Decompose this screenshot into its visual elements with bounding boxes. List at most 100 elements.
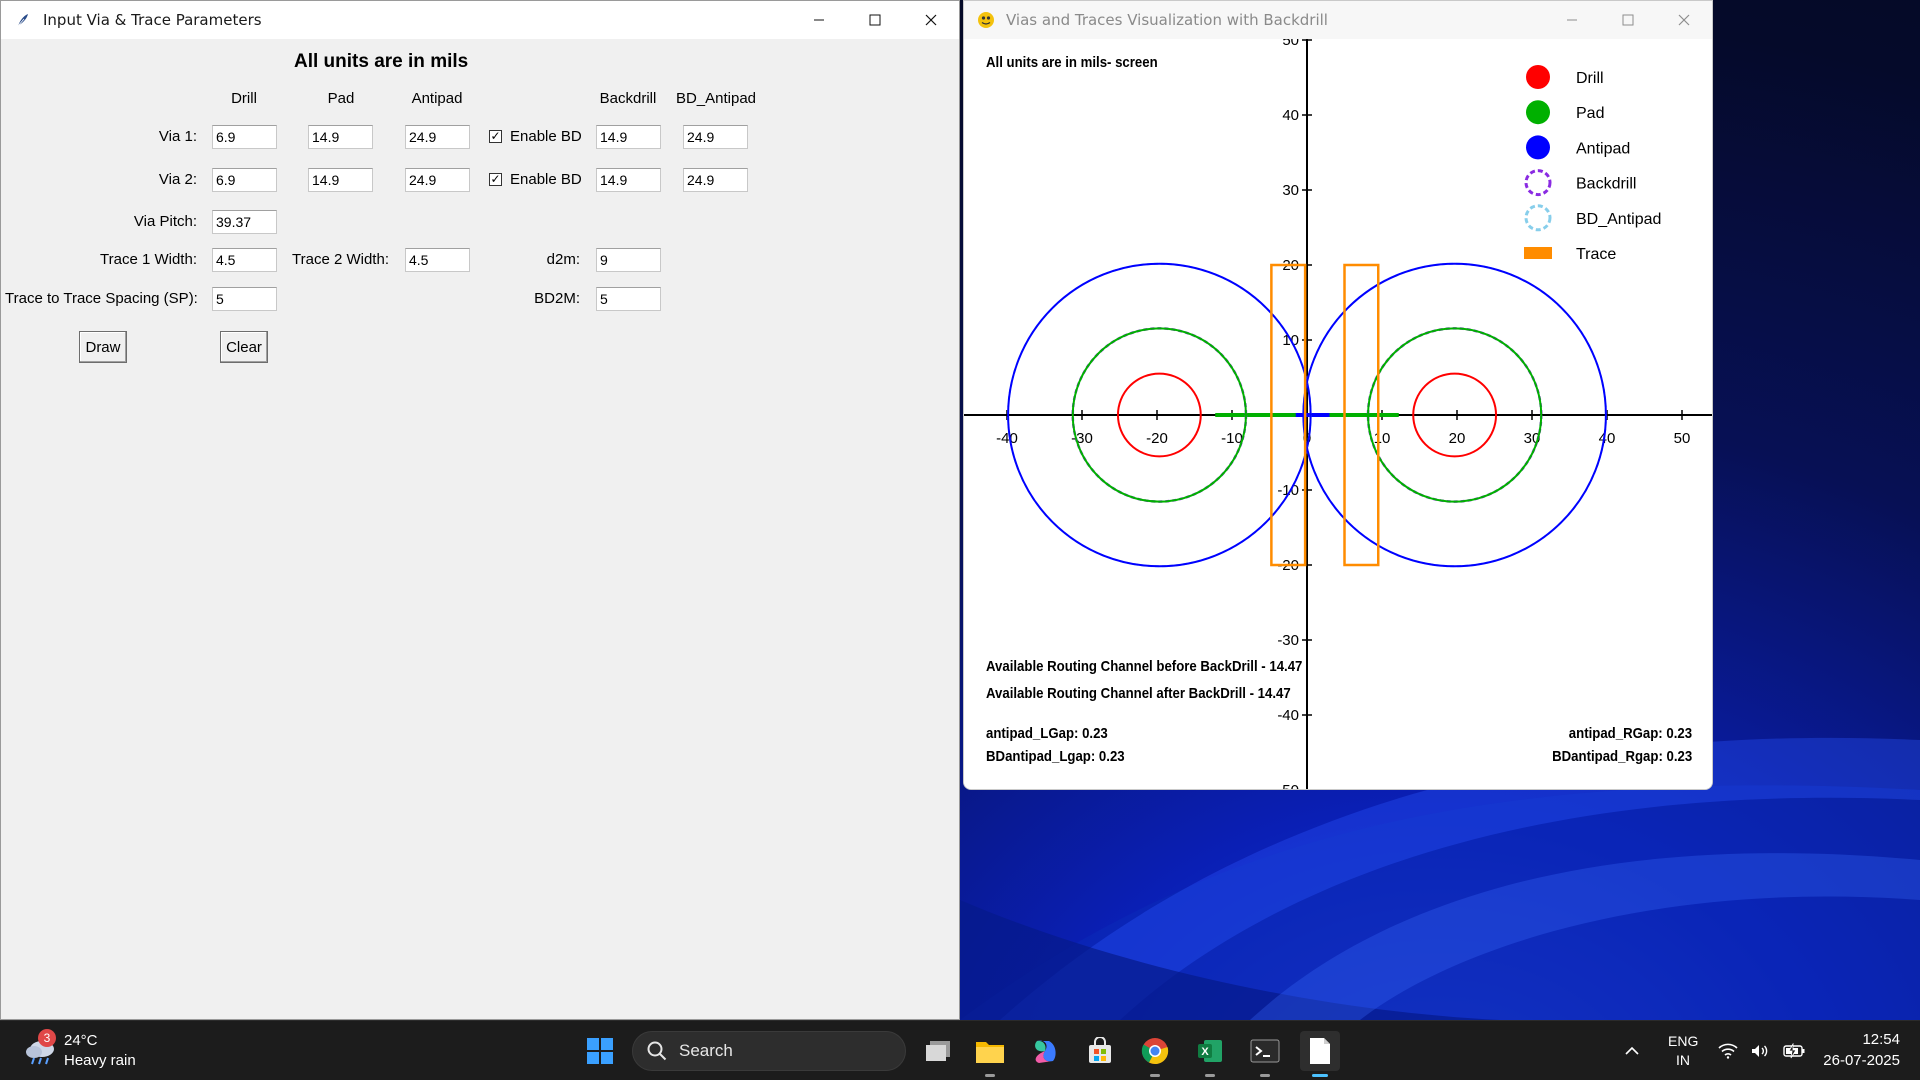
x-tick-label: 40 <box>1599 430 1616 447</box>
header-bd-antipad: BD_Antipad <box>675 90 757 107</box>
channel-after-text: Available Routing Channel after BackDril… <box>986 685 1291 702</box>
weather-widget[interactable]: 3 24°C Heavy rain <box>20 1029 160 1073</box>
input-parameters-window: Input Via & Trace Parameters All units a… <box>0 0 960 1020</box>
via2-label: Via 2: <box>158 171 197 188</box>
running-indicator <box>1150 1074 1160 1077</box>
weather-alert-badge: 3 <box>38 1029 56 1047</box>
maximize-button[interactable] <box>1600 1 1656 39</box>
param-window-titlebar[interactable]: Input Via & Trace Parameters <box>1 1 959 39</box>
clock[interactable]: 12:54 26-07-2025 <box>1812 1031 1906 1073</box>
running-indicator <box>1260 1074 1270 1077</box>
legend-trace-swatch <box>1524 247 1552 259</box>
chevron-up-icon <box>1625 1046 1639 1055</box>
via2-drill-input[interactable]: 6.9 <box>212 168 277 192</box>
minimize-button[interactable] <box>1544 1 1600 39</box>
trace1-width-label: Trace 1 Width: <box>100 251 197 268</box>
legend-pad-swatch <box>1526 100 1550 125</box>
language-indicator[interactable]: ENG IN <box>1666 1033 1712 1071</box>
chrome-icon <box>1141 1038 1169 1065</box>
maximize-button[interactable] <box>847 1 903 39</box>
legend-label: Pad <box>1576 105 1604 122</box>
excel-icon: X <box>1198 1040 1222 1062</box>
viz-window-titlebar[interactable]: Vias and Traces Visualization with Backd… <box>964 1 1712 39</box>
windows-logo-icon <box>587 1038 613 1064</box>
y-tick-label: -10 <box>1277 482 1299 499</box>
task-view-button[interactable] <box>918 1031 958 1071</box>
terminal-button[interactable] <box>1245 1031 1285 1077</box>
legend-label: BD_Antipad <box>1576 211 1661 228</box>
via1-bd-antipad-input[interactable]: 24.9 <box>683 125 748 149</box>
y-tick-label: -40 <box>1277 707 1299 724</box>
folder-icon <box>976 1042 1004 1063</box>
y-tick-label: -50 <box>1277 782 1299 790</box>
via1-label: Via 1: <box>158 128 197 145</box>
via1-enable-bd-label: Enable BD <box>510 128 582 145</box>
via2-bd-antipad-input[interactable]: 24.9 <box>683 168 748 192</box>
d2m-label: d2m: <box>546 251 580 268</box>
start-button[interactable] <box>580 1031 620 1071</box>
via2-enable-bd-label: Enable BD <box>510 171 582 188</box>
x-tick-label: 10 <box>1374 430 1391 447</box>
y-tick-label: -30 <box>1277 632 1299 649</box>
via1-pad-input[interactable]: 14.9 <box>308 125 373 149</box>
running-indicator <box>1205 1074 1215 1077</box>
microsoft-store-button[interactable] <box>1080 1031 1120 1071</box>
minimize-button[interactable] <box>791 1 847 39</box>
notepad-button[interactable] <box>1300 1031 1340 1077</box>
bd2m-input[interactable]: 5 <box>596 287 661 311</box>
taskbar-search-box[interactable]: Search <box>632 1031 906 1071</box>
taskbar: 3 24°C Heavy rain Search X ENG IN 12:54 … <box>0 1020 1920 1080</box>
running-indicator <box>985 1074 995 1077</box>
via-trace-plot: -50-40-30-20-10010203040505040302010-10-… <box>964 39 1712 790</box>
language-line1: ENG <box>1668 1033 1699 1049</box>
header-drill: Drill <box>231 90 257 107</box>
checkmark-icon: ✓ <box>489 129 502 143</box>
copilot-button[interactable] <box>1025 1031 1065 1071</box>
clock-date: 26-07-2025 <box>1823 1052 1900 1069</box>
close-button[interactable] <box>903 1 959 39</box>
spacing-label: Trace to Trace Spacing (SP): <box>5 290 198 307</box>
viz-canvas: -50-40-30-20-10010203040505040302010-10-… <box>964 39 1712 790</box>
show-hidden-icons-button[interactable] <box>1612 1031 1652 1071</box>
system-tray-status[interactable] <box>1718 1039 1806 1063</box>
legend-label: Backdrill <box>1576 176 1636 193</box>
y-tick-label: 50 <box>1282 39 1299 49</box>
x-tick-label: 20 <box>1449 430 1466 447</box>
via2-enable-bd-checkbox[interactable]: ✓ Enable BD <box>489 171 582 188</box>
via1-enable-bd-checkbox[interactable]: ✓ Enable BD <box>489 128 582 145</box>
via-pitch-input[interactable]: 39.37 <box>212 210 277 234</box>
param-window-title: Input Via & Trace Parameters <box>43 11 262 29</box>
via2-pad-input[interactable]: 14.9 <box>308 168 373 192</box>
file-explorer-button[interactable] <box>970 1031 1010 1077</box>
bd2m-label: BD2M: <box>534 290 580 307</box>
search-placeholder: Search <box>679 1041 733 1060</box>
checkmark-icon: ✓ <box>489 172 502 186</box>
close-button[interactable] <box>1656 1 1712 39</box>
speaker-icon <box>1752 1045 1768 1057</box>
language-line2: IN <box>1676 1052 1690 1068</box>
via2-backdrill-input[interactable]: 14.9 <box>596 168 661 192</box>
units-note: All units are in mils- screen <box>986 54 1158 71</box>
trace1-width-input[interactable]: 4.5 <box>212 248 277 272</box>
via1-drill-input[interactable]: 6.9 <box>212 125 277 149</box>
visualization-window: Vias and Traces Visualization with Backd… <box>963 0 1713 790</box>
weather-condition: Heavy rain <box>64 1052 136 1069</box>
via1-backdrill-input[interactable]: 14.9 <box>596 125 661 149</box>
bdantipad-lgap-text: BDantipad_Lgap: 0.23 <box>986 748 1125 765</box>
clear-button[interactable]: Clear <box>220 331 268 363</box>
terminal-icon <box>1250 1039 1280 1063</box>
param-form: All units are in mils Drill Pad Antipad … <box>1 39 959 1019</box>
wifi-icon <box>1718 1043 1738 1059</box>
d2m-input[interactable]: 9 <box>596 248 661 272</box>
spacing-input[interactable]: 5 <box>212 287 277 311</box>
trace2-width-input[interactable]: 4.5 <box>405 248 470 272</box>
viz-window-title: Vias and Traces Visualization with Backd… <box>1006 11 1328 29</box>
chrome-button[interactable] <box>1135 1031 1175 1077</box>
task-view-icon <box>926 1041 950 1061</box>
search-icon <box>647 1041 667 1061</box>
via1-antipad-input[interactable]: 24.9 <box>405 125 470 149</box>
excel-button[interactable]: X <box>1190 1031 1230 1077</box>
via2-antipad-input[interactable]: 24.9 <box>405 168 470 192</box>
units-heading: All units are in mils <box>294 51 469 72</box>
draw-button[interactable]: Draw <box>79 331 127 363</box>
